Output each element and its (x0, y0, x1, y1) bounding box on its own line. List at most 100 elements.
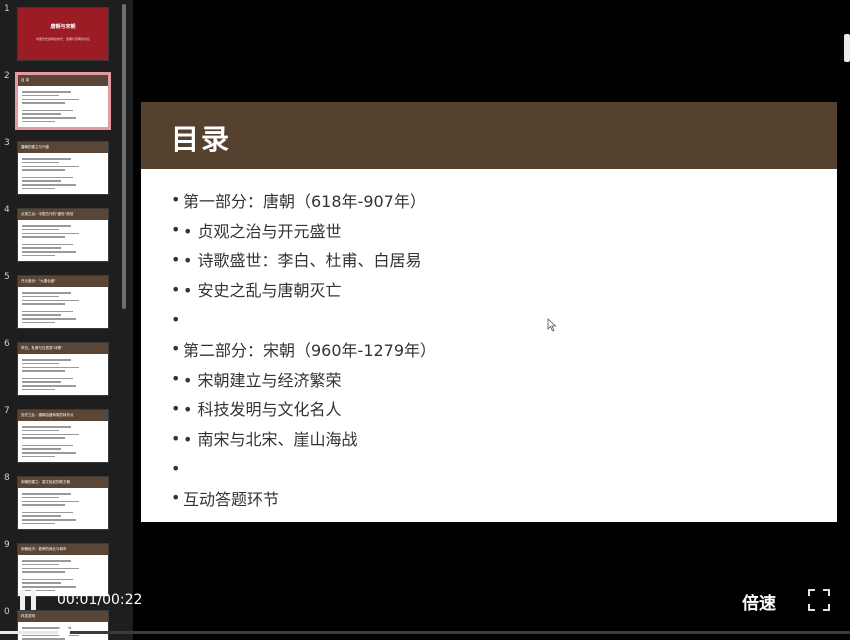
thumbnail-line (22, 362, 59, 365)
thumbnail-line (22, 511, 73, 514)
thumbnail-title: 唐朝与宋朝 (50, 24, 76, 30)
slide-thumbnail-3[interactable]: 3 唐朝的建立与兴盛 (0, 138, 125, 198)
bullet-item: • 第二部分：宋朝（960年-1279年） (171, 334, 837, 364)
bullet-text: • 贞观之治与开元盛世 (183, 221, 342, 241)
thumbnail-number: 6 (4, 339, 10, 349)
thumbnail-text-lines (18, 421, 108, 462)
thumbnail-line (22, 634, 80, 637)
bullet-dot-icon: • (171, 339, 181, 359)
thumbnail-line (22, 321, 55, 324)
thumbnail-line (22, 102, 65, 104)
thumbnail-title: 贞观之治：中国古代的"盛世"典范 (18, 209, 108, 220)
slide-thumbnail-6[interactable]: 6 李白、杜甫与白居易"诗歌" (0, 339, 125, 399)
thumbnail-line (22, 243, 73, 246)
thumbnail-number: 9 (4, 540, 10, 550)
side-panel-tab[interactable] (844, 34, 850, 62)
slide-thumbnail-7[interactable]: 7 安史之乱：唐朝由盛转衰的转折点 (0, 406, 125, 466)
thumbnail-line (22, 310, 73, 313)
thumbnail-line (22, 455, 55, 458)
thumbnail-line (22, 303, 65, 305)
thumbnail-line (22, 385, 77, 387)
thumbnail-line (22, 359, 72, 361)
thumbnail-line (22, 314, 62, 316)
sidebar-scrollbar[interactable] (122, 4, 126, 309)
thumbnail-line (22, 429, 59, 432)
thumbnail-text-lines (18, 354, 108, 395)
thumbnail-line (22, 184, 77, 186)
thumbnail-number: 2 (4, 71, 10, 81)
slide-thumbnail-9[interactable]: 9 宋朝经济：繁荣的商业与城市 (0, 540, 125, 600)
thumbnail-line (22, 493, 72, 495)
thumbnail-text-lines (18, 488, 108, 529)
bullet-text: • 诗歌盛世：李白、杜甫、白居易 (183, 251, 422, 271)
thumbnail-number: 4 (4, 205, 10, 215)
bullet-item: • • 诗歌盛世：李白、杜甫、白居易 (171, 245, 837, 275)
thumbnail-text-lines (18, 153, 108, 194)
thumbnail-number: 0 (4, 607, 10, 617)
slide-thumbnail-panel[interactable]: 1 唐朝与宋朝 中国历史的辉煌时代：唐朝与宋朝的对比 2 目 录 3 唐朝的建立与兴盛 4 贞观… (0, 0, 133, 640)
thumbnail-line (22, 500, 80, 503)
thumbnail-preview[interactable]: 宋朝经济：繁荣的商业与城市 (17, 543, 109, 597)
progress-track[interactable] (0, 631, 850, 634)
thumbnail-line (22, 228, 59, 231)
thumbnail-line (22, 504, 65, 506)
thumbnail-preview[interactable]: 唐朝与宋朝中国历史的辉煌时代：唐朝与宋朝的对比 (17, 7, 109, 61)
thumbnail-line (22, 225, 72, 227)
slide-thumbnail-1[interactable]: 1 唐朝与宋朝 中国历史的辉煌时代：唐朝与宋朝的对比 (0, 4, 125, 64)
slide-thumbnail-2[interactable]: 2 目 录 (0, 71, 125, 131)
slide-bullet-list: • 第一部分：唐朝（618年-907年） • • 贞观之治与开元盛世 • • 诗歌盛世：李… (141, 169, 837, 513)
bullet-item: • 互动答题环节 (171, 483, 837, 513)
thumbnail-preview[interactable]: 贞观之治：中国古代的"盛世"典范 (17, 208, 109, 262)
bullet-dot-icon: • (171, 458, 181, 478)
thumbnail-line (22, 515, 62, 517)
thumbnail-line (22, 582, 62, 584)
bullet-item: • • 南宋与北宋、崖山海战 (171, 423, 837, 453)
thumbnail-line (22, 522, 55, 525)
thumbnail-line (22, 113, 62, 115)
thumbnail-line (22, 563, 59, 566)
bullet-item: • • 科技发明与文化名人 (171, 394, 837, 424)
thumbnail-number: 5 (4, 272, 10, 282)
thumbnail-text-lines (18, 220, 108, 261)
thumbnail-line (22, 187, 55, 190)
thumbnail-line (22, 251, 77, 253)
thumbnail-line (22, 254, 55, 257)
slide-thumbnail-4[interactable]: 4 贞观之治：中国古代的"盛世"典范 (0, 205, 125, 265)
thumbnail-line (22, 366, 80, 369)
bullet-dot-icon: • (171, 309, 181, 329)
bullet-dot-icon: • (171, 190, 181, 210)
thumbnail-preview[interactable]: 宋朝的建立：重文轻武的新王朝 (17, 476, 109, 530)
thumbnail-line (22, 496, 59, 499)
thumbnail-preview[interactable]: 唐朝的建立与兴盛 (17, 141, 109, 195)
thumbnail-line (22, 586, 77, 588)
thumbnail-subtitle: 中国历史的辉煌时代：唐朝与宋朝的对比 (35, 37, 90, 41)
thumbnail-number: 8 (4, 473, 10, 483)
thumbnail-preview[interactable]: 开元盛世："大唐全盛" (17, 275, 109, 329)
slide-thumbnail-8[interactable]: 8 宋朝的建立：重文轻武的新王朝 (0, 473, 125, 533)
thumbnail-text-lines (18, 86, 108, 127)
thumbnail-line (22, 109, 73, 112)
thumbnail-line (22, 388, 55, 391)
thumbnail-preview[interactable]: 安史之乱：唐朝由盛转衰的转折点 (17, 409, 109, 463)
bullet-text: 第二部分：宋朝（960年-1279年） (183, 340, 437, 360)
bullet-dot-icon: • (171, 279, 181, 299)
pause-icon[interactable] (20, 590, 40, 610)
slide-thumbnail-5[interactable]: 5 开元盛世："大唐全盛" (0, 272, 125, 332)
thumbnail-line (22, 247, 62, 249)
bullet-item: • 第一部分：唐朝（618年-907年） (171, 185, 837, 215)
thumbnail-preview[interactable]: 目 录 (15, 72, 111, 130)
playback-speed-button[interactable]: 倍速 (742, 589, 776, 614)
thumbnail-line (22, 292, 72, 294)
progress-handle[interactable] (57, 626, 70, 638)
thumbnail-line (22, 176, 73, 179)
fullscreen-icon[interactable] (808, 589, 830, 611)
bullet-dot-icon: • (171, 398, 181, 418)
thumbnail-line (22, 158, 72, 160)
bullet-item: • • 宋朝建立与经济繁荣 (171, 364, 837, 394)
thumbnail-line (22, 452, 77, 454)
bullet-dot-icon: • (171, 428, 181, 448)
thumbnail-line (22, 448, 62, 450)
thumbnail-title: 开元盛世："大唐全盛" (18, 276, 108, 287)
thumbnail-title: 科技发明 (18, 611, 108, 622)
thumbnail-preview[interactable]: 李白、杜甫与白居易"诗歌" (17, 342, 109, 396)
